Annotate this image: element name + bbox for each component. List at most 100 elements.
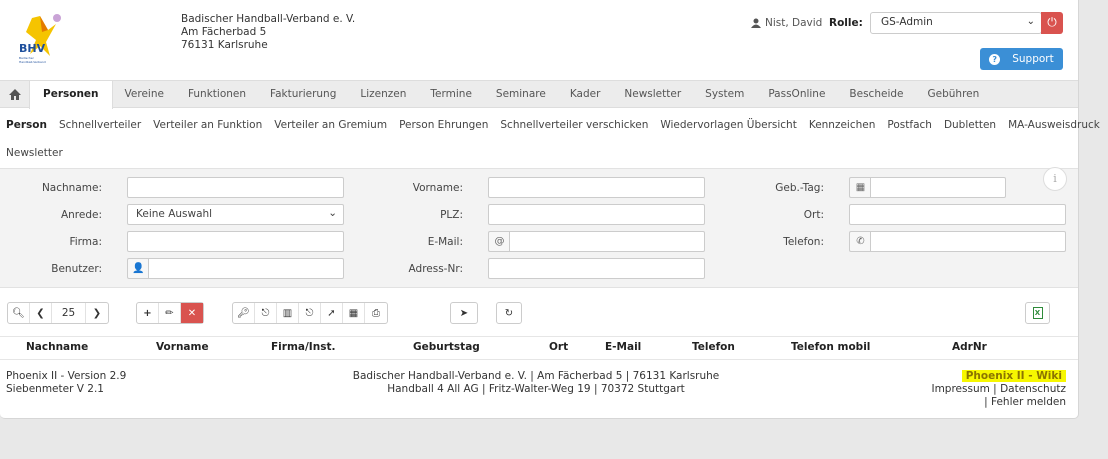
col-firma[interactable]: Firma/Inst. [271, 341, 335, 353]
tab-termine[interactable]: Termine [418, 81, 483, 107]
col-adrnr[interactable]: AdrNr [952, 341, 987, 353]
firma-label: Firma: [69, 236, 102, 248]
subnav-person[interactable]: Person [6, 119, 47, 131]
subnav-ma-ausweisdruck[interactable]: MA-Ausweisdruck [1008, 119, 1100, 131]
anrede-select[interactable]: Keine Auswahl ⌄ [127, 204, 344, 225]
wiki-link[interactable]: Phoenix II - Wiki [961, 370, 1066, 382]
plz-input[interactable] [488, 204, 705, 225]
page-size-input[interactable]: 25 [52, 303, 86, 323]
logout-button[interactable]: ⏻ [1041, 12, 1063, 34]
support-label: Support [1012, 53, 1054, 65]
role-value: GS-Admin [881, 16, 933, 28]
subnav-newsletter[interactable]: Newsletter [6, 147, 63, 159]
subnav-schnellverteiler[interactable]: Schnellverteiler [59, 119, 141, 131]
tab-vereine[interactable]: Vereine [113, 81, 176, 107]
role-select[interactable]: GS-Admin ⌄ [870, 12, 1042, 34]
vorname-label: Vorname: [412, 182, 463, 194]
svg-text:BHV: BHV [19, 42, 46, 55]
support-button[interactable]: ? Support [980, 48, 1063, 70]
tab-kader[interactable]: Kader [558, 81, 613, 107]
stamp-icon[interactable]: ⎋ [255, 303, 277, 323]
col-telefon-mobil[interactable]: Telefon mobil [791, 341, 870, 353]
subnav-verteiler-funktion[interactable]: Verteiler an Funktion [153, 119, 262, 131]
send-icon[interactable]: ➤ [451, 303, 477, 323]
subnav-dubletten[interactable]: Dubletten [944, 119, 996, 131]
edit-alt-icon[interactable]: ➚ [321, 303, 343, 323]
benutzer-input[interactable] [148, 258, 344, 279]
col-telefon[interactable]: Telefon [692, 341, 735, 353]
user-icon [751, 18, 761, 28]
print-icon[interactable]: ⎙ [365, 303, 387, 323]
tab-gebuehren[interactable]: Gebühren [916, 81, 992, 107]
subnav-wiedervorlagen[interactable]: Wiedervorlagen Übersicht [660, 119, 796, 131]
ort-input[interactable] [849, 204, 1066, 225]
vorname-input[interactable] [488, 177, 705, 198]
info-icon[interactable]: i [1043, 167, 1067, 191]
tab-personen[interactable]: Personen [29, 81, 113, 109]
email-input[interactable] [509, 231, 705, 252]
org-city: 76131 Karlsruhe [181, 39, 268, 51]
subnav-person-ehrungen[interactable]: Person Ehrungen [399, 119, 488, 131]
user-name: Nist, David [765, 17, 823, 29]
ort-label: Ort: [803, 209, 824, 221]
org-name: Badischer Handball-Verband e. V. [181, 13, 356, 25]
sub-nav: Person Schnellverteiler Verteiler an Funkt… [6, 118, 1100, 132]
plz-label: PLZ: [440, 209, 463, 221]
add-icon[interactable]: + [137, 303, 159, 323]
send-group: ➤ [450, 302, 478, 324]
save-icon[interactable]: ▦ [343, 303, 365, 323]
at-icon: @ [488, 231, 510, 252]
excel-export-icon[interactable]: X [1025, 302, 1050, 324]
pagination-group: 🔍︎ ❮ 25 ❯ [7, 302, 109, 324]
tab-newsletter[interactable]: Newsletter [612, 81, 693, 107]
refresh-icon[interactable]: ↻ [497, 303, 521, 323]
tab-passonline[interactable]: PassOnline [756, 81, 837, 107]
key-icon[interactable]: 🔑︎ [233, 303, 255, 323]
col-ort[interactable]: Ort [549, 341, 568, 353]
firma-input[interactable] [127, 231, 344, 252]
power-icon: ⏻ [1047, 15, 1057, 29]
phone-icon: ✆ [849, 231, 871, 252]
chevron-left-icon[interactable]: ❮ [30, 303, 52, 323]
main-card: BHV Badischer Handball-Verband Badischer… [0, 0, 1100, 419]
stamp-alt-icon[interactable]: ⎋ [299, 303, 321, 323]
chevron-right-icon[interactable]: ❯ [86, 303, 108, 323]
telefon-label: Telefon: [783, 236, 824, 248]
bhv-logo[interactable]: BHV Badischer Handball-Verband [18, 12, 66, 64]
tab-fakturierung[interactable]: Fakturierung [258, 81, 348, 107]
col-geburtstag[interactable]: Geburtstag [413, 341, 480, 353]
tab-system[interactable]: System [693, 81, 756, 107]
datenschutz-link[interactable]: Datenschutz [1000, 383, 1066, 395]
anrede-value: Keine Auswahl [136, 208, 213, 220]
subnav-verteiler-gremium[interactable]: Verteiler an Gremium [274, 119, 387, 131]
adressnr-input[interactable] [488, 258, 705, 279]
siebenmeter-text: Siebenmeter V 2.1 [6, 383, 104, 395]
nachname-input[interactable] [127, 177, 344, 198]
col-vorname[interactable]: Vorname [156, 341, 209, 353]
pencil-icon[interactable]: ✏︎ [159, 303, 181, 323]
subnav-postfach[interactable]: Postfach [887, 119, 932, 131]
tab-funktionen[interactable]: Funktionen [176, 81, 258, 107]
filter-panel: Nachname: Anrede: Keine Auswahl ⌄ Firma:… [0, 168, 1078, 288]
subnav-kennzeichen[interactable]: Kennzeichen [809, 119, 876, 131]
org-address: Badischer Handball-Verband e. V. Am Fäch… [181, 13, 355, 52]
tab-seminare[interactable]: Seminare [484, 81, 558, 107]
delete-icon[interactable]: ✕ [181, 303, 203, 323]
results-table-header: Nachname Vorname Firma/Inst. Geburtstag … [0, 336, 1078, 360]
telefon-input[interactable] [870, 231, 1066, 252]
chevron-down-icon: ⌄ [1026, 16, 1035, 27]
home-icon[interactable] [0, 81, 29, 107]
col-email[interactable]: E-Mail [605, 341, 641, 353]
impressum-link[interactable]: Impressum [931, 383, 989, 395]
col-nachname[interactable]: Nachname [26, 341, 88, 353]
gebtag-input[interactable] [870, 177, 1006, 198]
subnav-schnellverteiler-verschicken[interactable]: Schnellverteiler verschicken [500, 119, 648, 131]
user-menu[interactable]: Nist, David [751, 17, 822, 29]
fehler-melden-link[interactable]: Fehler melden [991, 396, 1066, 408]
gebtag-label: Geb.-Tag: [775, 182, 824, 194]
search-icon[interactable]: 🔍︎ [8, 303, 30, 323]
binoculars-icon[interactable]: ▥ [277, 303, 299, 323]
tab-lizenzen[interactable]: Lizenzen [348, 81, 418, 107]
question-icon: ? [989, 53, 1001, 65]
tab-bescheide[interactable]: Bescheide [837, 81, 915, 107]
